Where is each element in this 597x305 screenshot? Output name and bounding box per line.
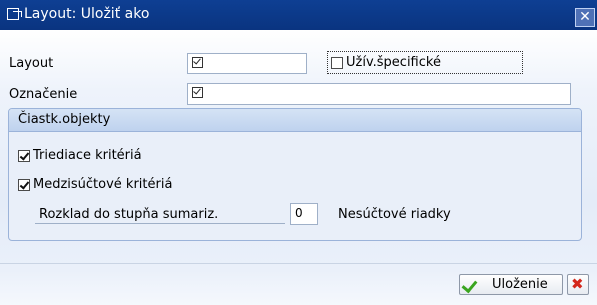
designation-label: Označenie [9,87,78,102]
green-check-icon [461,276,478,294]
required-icon [192,87,203,98]
subobjects-title: Čiastk.objekty [18,112,111,127]
save-as-icon [7,8,22,20]
layout-label: Layout [9,56,54,71]
breakdown-value: 0 [295,206,303,220]
dialog-body: Layout Užív.špecifické Označenie Čiastk.… [0,30,597,305]
breakdown-input[interactable]: 0 [290,203,318,225]
user-specific-label: Užív.špecifické [346,55,441,70]
subtotal-criteria-checkbox[interactable] [18,179,30,191]
breakdown-label: Rozklad do stupňa sumariz. [39,207,219,222]
window-title: Layout: Uložiť ako [24,6,150,22]
footer-divider [0,263,597,264]
save-button[interactable]: Uloženie [459,274,563,295]
subobjects-header: Čiastk.objekty [9,109,581,132]
sort-criteria-label: Triediace kritériá [33,148,142,163]
user-specific-checkbox[interactable]: Užív.špecifické [327,51,523,74]
breakdown-underline [35,223,285,224]
layout-input[interactable] [187,53,307,74]
close-button[interactable]: ✕ [575,8,595,27]
save-button-label: Uloženie [492,277,548,292]
cancel-button[interactable]: ✖ [567,274,589,295]
close-icon: ✕ [579,9,591,25]
user-specific-checkbox-box[interactable] [331,57,343,69]
required-icon [192,57,203,68]
sort-criteria-checkbox[interactable] [18,150,30,162]
title-bar: Layout: Uložiť ako ✕ [0,0,597,30]
designation-input[interactable] [187,83,571,105]
red-x-icon: ✖ [571,275,584,293]
subtotal-criteria-label: Medzisúčtové kritériá [33,177,173,192]
non-total-rows-label: Nesúčtové riadky [338,207,451,222]
subobjects-group: Čiastk.objekty Triediace kritériá Medzis… [8,108,582,241]
